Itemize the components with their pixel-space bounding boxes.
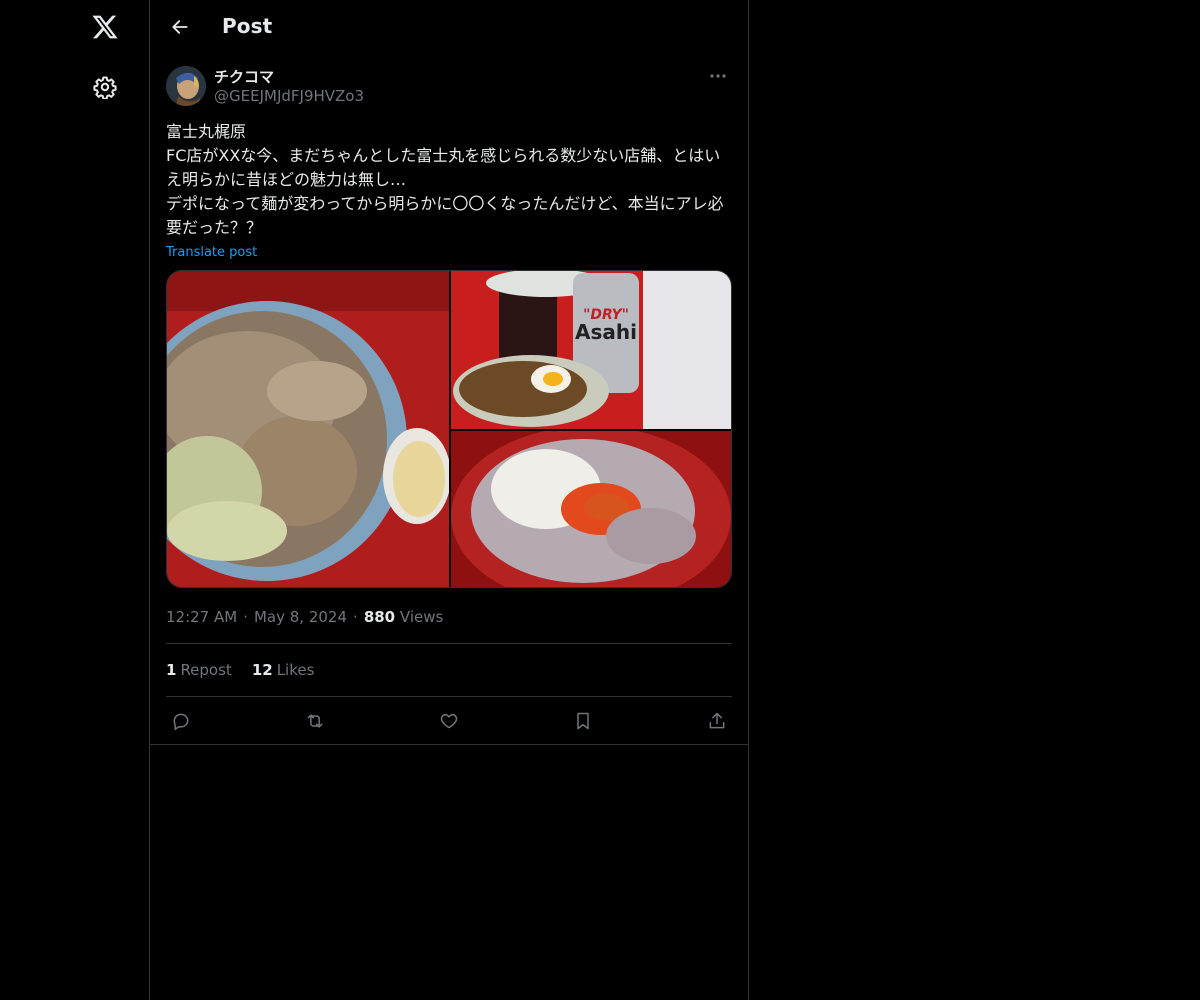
- more-icon: [710, 74, 726, 78]
- post: チクコマ @GEEJMJdFJ9HVZo3 富士丸梶原 FC店がXXな今、まだち…: [150, 66, 748, 744]
- like-icon[interactable]: [437, 709, 461, 733]
- views-count: 880: [363, 608, 396, 626]
- photo-bowl-with-garlic[interactable]: [451, 431, 731, 587]
- section-border: [150, 744, 748, 745]
- share-icon[interactable]: [705, 709, 729, 733]
- reposts-stat[interactable]: 1 Repost: [166, 661, 232, 679]
- post-time[interactable]: 12:27 AM: [166, 608, 237, 626]
- page-header: Post: [150, 0, 748, 54]
- author-name[interactable]: チクコマ: [214, 66, 274, 87]
- main-column: Post チクコマ @GEEJMJdFJ9HVZo3 富士丸梶原 FC店がXXな…: [149, 0, 749, 1000]
- photo-ramen-bowl[interactable]: [167, 271, 449, 587]
- gear-icon[interactable]: [83, 65, 127, 109]
- author-handle[interactable]: @GEEJMJdFJ9HVZo3: [214, 87, 364, 105]
- translate-post-link[interactable]: Translate post: [166, 245, 257, 260]
- photo-beer-and-toppings[interactable]: "DRY" Asahi: [451, 271, 731, 429]
- svg-text:Asahi: Asahi: [575, 320, 637, 344]
- engagement-stats: 1 Repost 12 Likes: [166, 644, 732, 696]
- arrow-left-icon: [172, 20, 188, 34]
- back-button[interactable]: [162, 9, 198, 45]
- likes-stat[interactable]: 12 Likes: [252, 661, 315, 679]
- post-meta: 12:27 AM · May 8, 2024 · 880 Views: [166, 608, 444, 626]
- avatar[interactable]: [166, 66, 206, 106]
- page-title: Post: [222, 14, 273, 38]
- action-bar: [166, 697, 732, 744]
- media-grid: "DRY" Asahi: [166, 270, 732, 588]
- left-nav: [0, 0, 149, 1000]
- post-date[interactable]: May 8, 2024: [254, 608, 347, 626]
- repost-icon[interactable]: [303, 709, 327, 733]
- views-label: Views: [399, 608, 444, 626]
- author-row: チクコマ @GEEJMJdFJ9HVZo3: [166, 66, 732, 124]
- more-options-button[interactable]: [704, 64, 732, 88]
- post-text: 富士丸梶原 FC店がXXな今、まだちゃんとした富士丸を感じられる数少ない店舗、と…: [166, 122, 724, 237]
- reply-icon[interactable]: [169, 709, 193, 733]
- bookmark-icon[interactable]: [571, 709, 595, 733]
- x-logo-icon[interactable]: [83, 5, 127, 49]
